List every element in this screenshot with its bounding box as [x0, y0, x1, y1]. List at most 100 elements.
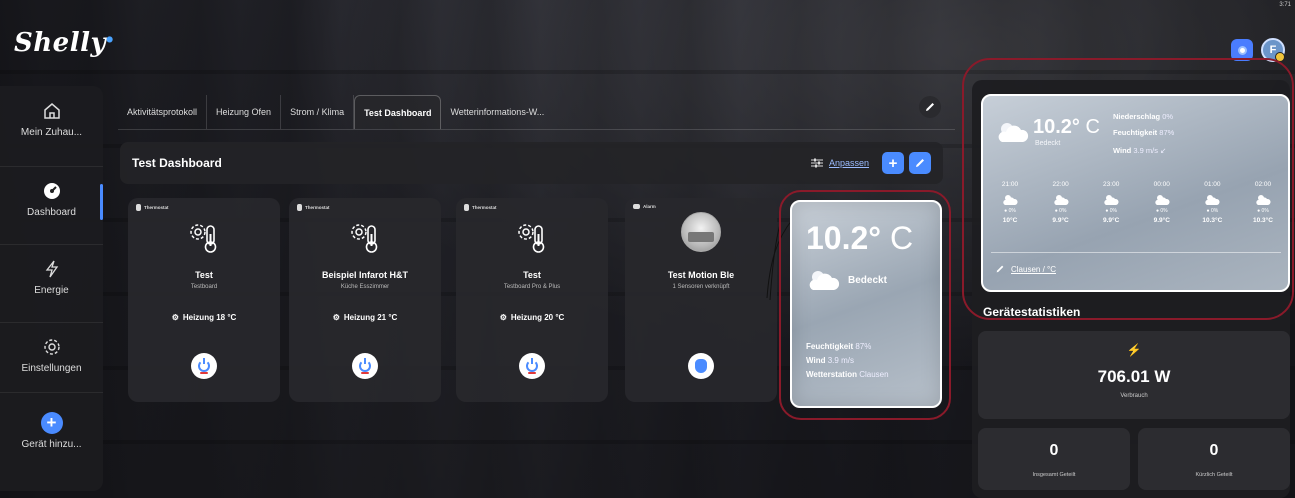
power-button[interactable]	[519, 353, 545, 379]
edit-tabs-button[interactable]	[919, 96, 941, 118]
device-type-tag: Thermostat	[136, 204, 169, 211]
alarm-small-icon	[633, 204, 640, 209]
tab-activity-log[interactable]: Aktivitätsprotokoll	[118, 95, 208, 129]
device-card[interactable]: Alarm Test Motion Ble 1 Sensoren verknüp…	[625, 198, 777, 402]
tab-power-climate[interactable]: Strom / Klima	[281, 95, 355, 129]
alarm-button[interactable]	[688, 353, 714, 379]
sidebar-item-energy[interactable]: Energie	[0, 258, 103, 296]
pencil-icon	[916, 159, 924, 167]
divider	[0, 392, 103, 393]
power-label: Verbrauch	[1120, 393, 1148, 399]
heating-icon: ⚙	[171, 313, 179, 322]
shared-total-value: 0	[1049, 442, 1059, 459]
tab-heating-oven[interactable]: Heizung Ofen	[207, 95, 282, 129]
humidity: Feuchtigkeit 87%	[806, 342, 872, 351]
clock: 3:71	[1279, 2, 1291, 8]
sidebar-item-label: Einstellungen	[21, 363, 82, 374]
plus-icon: +	[888, 154, 898, 172]
power-icon	[359, 358, 371, 372]
forecast-hour: 00:00 ● 0% 9.9°C	[1141, 181, 1183, 224]
cloud-icon	[809, 271, 840, 290]
record-icon	[1237, 45, 1247, 55]
weather-widget[interactable]: 10.2° C Bedeckt Niederschlag 0% Feuchtig…	[981, 94, 1290, 292]
lightning-icon: ⚡	[1126, 343, 1142, 357]
device-card[interactable]: Thermostat Test Testboard Pro & Plus ⚙ He…	[456, 198, 608, 402]
weather-card[interactable]: 10.2° C Bedeckt Feuchtigkeit 87% Wind 3.…	[790, 200, 942, 408]
sidebar-item-home[interactable]: Mein Zuhau...	[0, 100, 103, 138]
shared-recent-value: 0	[1209, 442, 1219, 459]
dashboard-icon	[41, 180, 63, 202]
weather-station: Wetterstation Clausen	[806, 370, 889, 379]
edit-dashboard-button[interactable]	[909, 152, 931, 174]
device-name: Test Motion Ble	[667, 270, 735, 280]
cloud-icon	[1141, 194, 1183, 206]
device-name: Beispiel Infarot H&T	[321, 270, 408, 280]
sidebar-item-label: Mein Zuhau...	[20, 127, 83, 138]
device-type-tag: Alarm	[633, 204, 656, 209]
shelly-logo[interactable]: Shelly●	[14, 28, 114, 58]
motion-sensor-photo	[681, 212, 721, 252]
device-status: ⚙ Heizung 21 °C	[332, 313, 398, 322]
lightning-icon	[41, 258, 63, 280]
condition: Bedeckt	[806, 268, 887, 292]
device-type-tag: Thermostat	[464, 204, 497, 211]
hourly-forecast: 21:00 ● 0% 10°C 22:00 ● 0% 9.9°C 23:00 ● 0% 9.…	[989, 181, 1284, 224]
customize-label: Anpassen	[828, 158, 869, 168]
tab-weather-info[interactable]: Wetterinformations-W...	[441, 95, 553, 129]
wind: Wind 3.9 m/s	[806, 356, 854, 365]
sidebar-item-label: Energie	[34, 285, 69, 296]
device-room: Testboard	[190, 284, 218, 290]
power-button[interactable]	[352, 353, 378, 379]
shared-recent-card[interactable]: 0 Kürzlich Geteilt	[1138, 428, 1290, 490]
sliders-icon	[810, 158, 823, 168]
condition: Bedeckt	[1035, 140, 1061, 147]
power-consumption-card[interactable]: ⚡ 706.01 W Verbrauch	[978, 331, 1290, 419]
precipitation: Niederschlag 0%	[1113, 112, 1174, 121]
device-room: 1 Sensoren verknüpft	[672, 284, 730, 290]
device-room: Testboard Pro & Plus	[503, 284, 561, 290]
weather-settings-link[interactable]: Clausen / °C	[995, 264, 1056, 274]
forecast-hour: 22:00 ● 0% 9.9°C	[1040, 181, 1082, 224]
cloud-icon	[1040, 194, 1082, 206]
device-card[interactable]: Thermostat Test Testboard ⚙ Heizung 18 °C	[128, 198, 280, 402]
divider	[991, 252, 1281, 253]
divider	[0, 322, 103, 323]
temperature: 10.2° C	[806, 220, 914, 256]
humidity: Feuchtigkeit 87%	[1113, 128, 1175, 137]
pencil-icon	[996, 265, 1004, 273]
home-icon	[41, 100, 63, 122]
divider	[0, 244, 103, 245]
sidebar-item-add-device[interactable]: + Gerät hinzu...	[0, 412, 103, 450]
device-type-tag: Thermostat	[297, 204, 330, 211]
add-widget-button[interactable]: +	[882, 152, 904, 174]
device-status: ⚙ Heizung 18 °C	[171, 313, 237, 322]
forecast-hour: 23:00 ● 0% 9.9°C	[1090, 181, 1132, 224]
heating-icon: ⚙	[499, 313, 507, 322]
cloud-icon	[1242, 194, 1284, 206]
heating-icon: ⚙	[332, 313, 340, 322]
device-room: Küche Esszimmer	[340, 284, 390, 290]
sidebar: Mein Zuhau... Dashboard Energie Einstell…	[0, 86, 103, 491]
customize-link[interactable]: Anpassen	[810, 158, 869, 168]
device-name: Test	[523, 270, 541, 280]
cloud-icon	[1090, 194, 1132, 206]
power-icon	[198, 358, 210, 372]
thermostat-small-icon	[464, 204, 469, 211]
pencil-icon	[926, 103, 934, 111]
tab-test-dashboard[interactable]: Test Dashboard	[354, 95, 442, 129]
forecast-hour: 02:00 ● 0% 10.3°C	[1242, 181, 1284, 224]
divider	[0, 166, 103, 167]
plus-icon: +	[40, 412, 63, 434]
device-card[interactable]: Thermostat Beispiel Infarot H&T Küche Es…	[289, 198, 441, 402]
shared-total-card[interactable]: 0 Insgesamt Geteilt	[978, 428, 1130, 490]
thermostat-icon	[512, 218, 552, 258]
device-name: Test	[195, 270, 213, 280]
power-button[interactable]	[191, 353, 217, 379]
sidebar-item-settings[interactable]: Einstellungen	[0, 336, 103, 374]
cloud-icon	[1191, 194, 1233, 206]
page-title: Test Dashboard	[132, 156, 222, 170]
gear-icon	[41, 336, 63, 358]
shared-recent-label: Kürzlich Geteilt	[1195, 472, 1233, 478]
stats-title: Gerätestatistiken	[983, 305, 1081, 319]
sidebar-item-dashboard[interactable]: Dashboard	[0, 180, 103, 220]
